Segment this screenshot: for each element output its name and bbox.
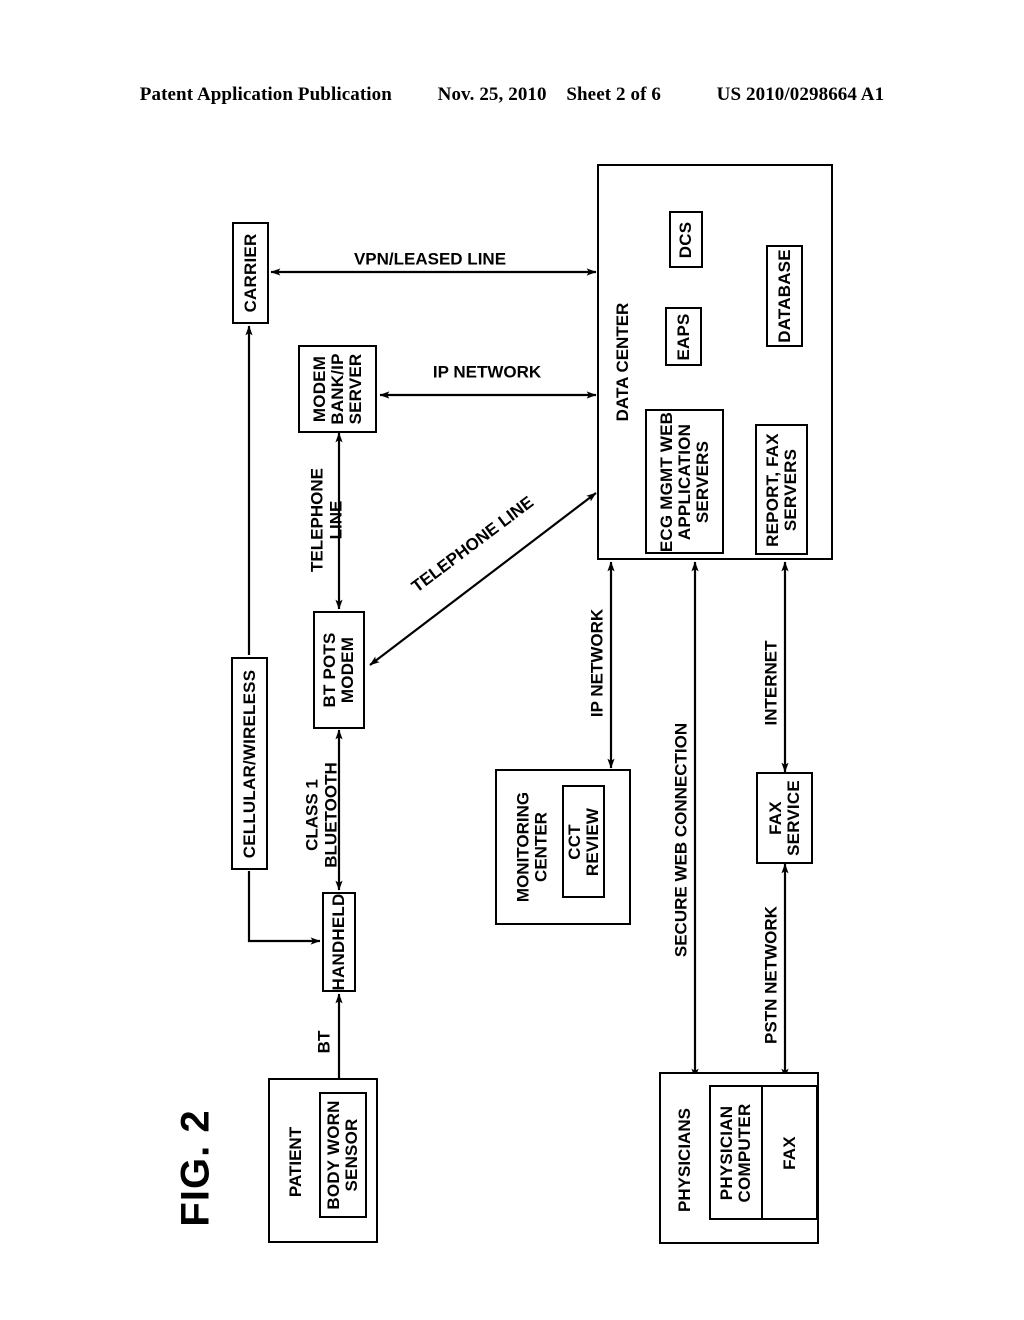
node-bt-pots-modem[interactable]: BT POTS MODEM: [313, 611, 365, 729]
label-ip-network-horizontal: IP NETWORK: [432, 362, 542, 382]
ecg-servers-line2: APPLICATION: [674, 423, 694, 540]
report-fax-servers-label: REPORT, FAX SERVERS: [762, 432, 800, 547]
fax-service-label: FAX SERVICE: [765, 780, 803, 856]
label-vpn-leased-line: VPN/LEASED LINE: [353, 249, 507, 269]
telephone-line-vertical-line1: TELEPHONE: [307, 468, 327, 572]
node-physician-computer[interactable]: PHYSICIAN COMPUTER: [709, 1085, 763, 1220]
ecg-servers-line3: SERVERS: [692, 440, 712, 523]
node-body-worn-sensor[interactable]: BODY WORN SENSOR: [319, 1092, 367, 1218]
node-fax-service[interactable]: FAX SERVICE: [756, 772, 813, 864]
bt-pots-modem-line2: MODEM: [338, 636, 357, 704]
ecg-servers-label: ECG MGMT WEB APPLICATION SERVERS: [656, 411, 712, 552]
node-patient[interactable]: PATIENT BODY WORN SENSOR: [268, 1078, 378, 1243]
node-monitoring-center[interactable]: MONITORING CENTER CCT REVIEW: [495, 769, 631, 925]
cct-review-line2: REVIEW: [582, 807, 602, 876]
label-bt: BT: [314, 1030, 334, 1054]
physicians-label: PHYSICIANS: [674, 1108, 694, 1212]
node-modem-bank-ip-server[interactable]: MODEM BANK/IP SERVER: [298, 345, 377, 433]
dcs-label: DCS: [675, 221, 695, 258]
label-secure-web-connection: SECURE WEB CONNECTION: [671, 722, 691, 958]
body-worn-sensor-label: BODY WORN SENSOR: [324, 1100, 361, 1210]
node-handheld[interactable]: HANDHELD: [322, 892, 356, 992]
class1-bluetooth-line2: BLUETOOTH: [321, 762, 340, 868]
node-physicians[interactable]: PHYSICIANS PHYSICIAN COMPUTER FAX: [659, 1072, 819, 1244]
class1-bluetooth-line1: CLASS 1: [302, 779, 322, 851]
monitoring-center-label: MONITORING CENTER: [513, 791, 552, 903]
node-ecg-mgmt-web-application-servers[interactable]: ECG MGMT WEB APPLICATION SERVERS: [645, 409, 724, 554]
database-label: DATABASE: [774, 249, 794, 343]
node-database[interactable]: DATABASE: [766, 245, 803, 347]
physician-computer-line1: PHYSICIAN: [717, 1105, 737, 1200]
cct-review-label: CCT REVIEW: [564, 807, 602, 876]
connector-layer: [245, 268, 789, 1079]
monitoring-center-line2: CENTER: [532, 812, 551, 882]
node-cellular-wireless[interactable]: CELLULAR/WIRELESS: [231, 657, 268, 870]
fax-label: FAX: [779, 1135, 799, 1170]
telephone-line-vertical-line2: LINE: [326, 500, 345, 540]
modem-bank-line1: MODEM: [309, 355, 329, 423]
label-telephone-line-vertical: TELEPHONE LINE: [307, 468, 345, 572]
label-pstn-network: PSTN NETWORK: [761, 906, 781, 1044]
figure-2-diagram: CARRIER MODEM BANK/IP SERVER BT POTS MOD…: [0, 0, 1024, 1320]
report-fax-servers-line2: SERVERS: [780, 448, 800, 531]
cct-review-line1: CCT: [564, 823, 584, 860]
node-eaps[interactable]: EAPS: [665, 307, 702, 366]
fax-service-line2: SERVICE: [783, 780, 803, 856]
physician-computer-label: PHYSICIAN COMPUTER: [717, 1103, 754, 1202]
fax-service-line1: FAX: [765, 801, 785, 835]
report-fax-servers-line1: REPORT, FAX: [762, 432, 782, 547]
physician-computer-line2: COMPUTER: [735, 1103, 754, 1202]
figure-caption: FIG. 2: [173, 1109, 218, 1227]
line-handheld-to-cellular: [247, 871, 321, 945]
carrier-label: CARRIER: [240, 233, 260, 313]
label-ip-network-vertical: IP NETWORK: [587, 608, 607, 718]
data-center-label: DATA CENTER: [612, 302, 632, 422]
node-cct-review[interactable]: CCT REVIEW: [562, 785, 605, 898]
label-class1-bluetooth: CLASS 1 BLUETOOTH: [302, 762, 340, 868]
node-dcs[interactable]: DCS: [669, 211, 703, 268]
arrow-telephone-line-diagonal: [369, 492, 597, 666]
patient-label: PATIENT: [285, 1126, 305, 1198]
label-internet: INTERNET: [761, 640, 781, 726]
monitoring-center-line1: MONITORING: [513, 791, 533, 903]
modem-bank-line3: SERVER: [345, 353, 365, 425]
node-fax[interactable]: FAX: [761, 1085, 818, 1220]
node-report-fax-servers[interactable]: REPORT, FAX SERVERS: [755, 424, 808, 555]
modem-bank-label: MODEM BANK/IP SERVER: [309, 353, 365, 425]
modem-bank-line2: BANK/IP: [327, 353, 347, 425]
body-worn-sensor-line2: SENSOR: [342, 1118, 361, 1192]
eaps-label: EAPS: [673, 312, 693, 361]
node-carrier[interactable]: CARRIER: [232, 222, 269, 324]
node-data-center[interactable]: DATA CENTER DCS EAPS DATABASE ECG MGMT W…: [597, 164, 833, 560]
bt-pots-modem-line1: BT POTS: [320, 632, 340, 708]
body-worn-sensor-line1: BODY WORN: [324, 1100, 344, 1210]
cellular-wireless-label: CELLULAR/WIRELESS: [239, 669, 259, 858]
handheld-label: HANDHELD: [328, 893, 348, 991]
ecg-servers-line1: ECG MGMT WEB: [656, 411, 676, 552]
bt-pots-modem-label: BT POTS MODEM: [320, 632, 357, 708]
